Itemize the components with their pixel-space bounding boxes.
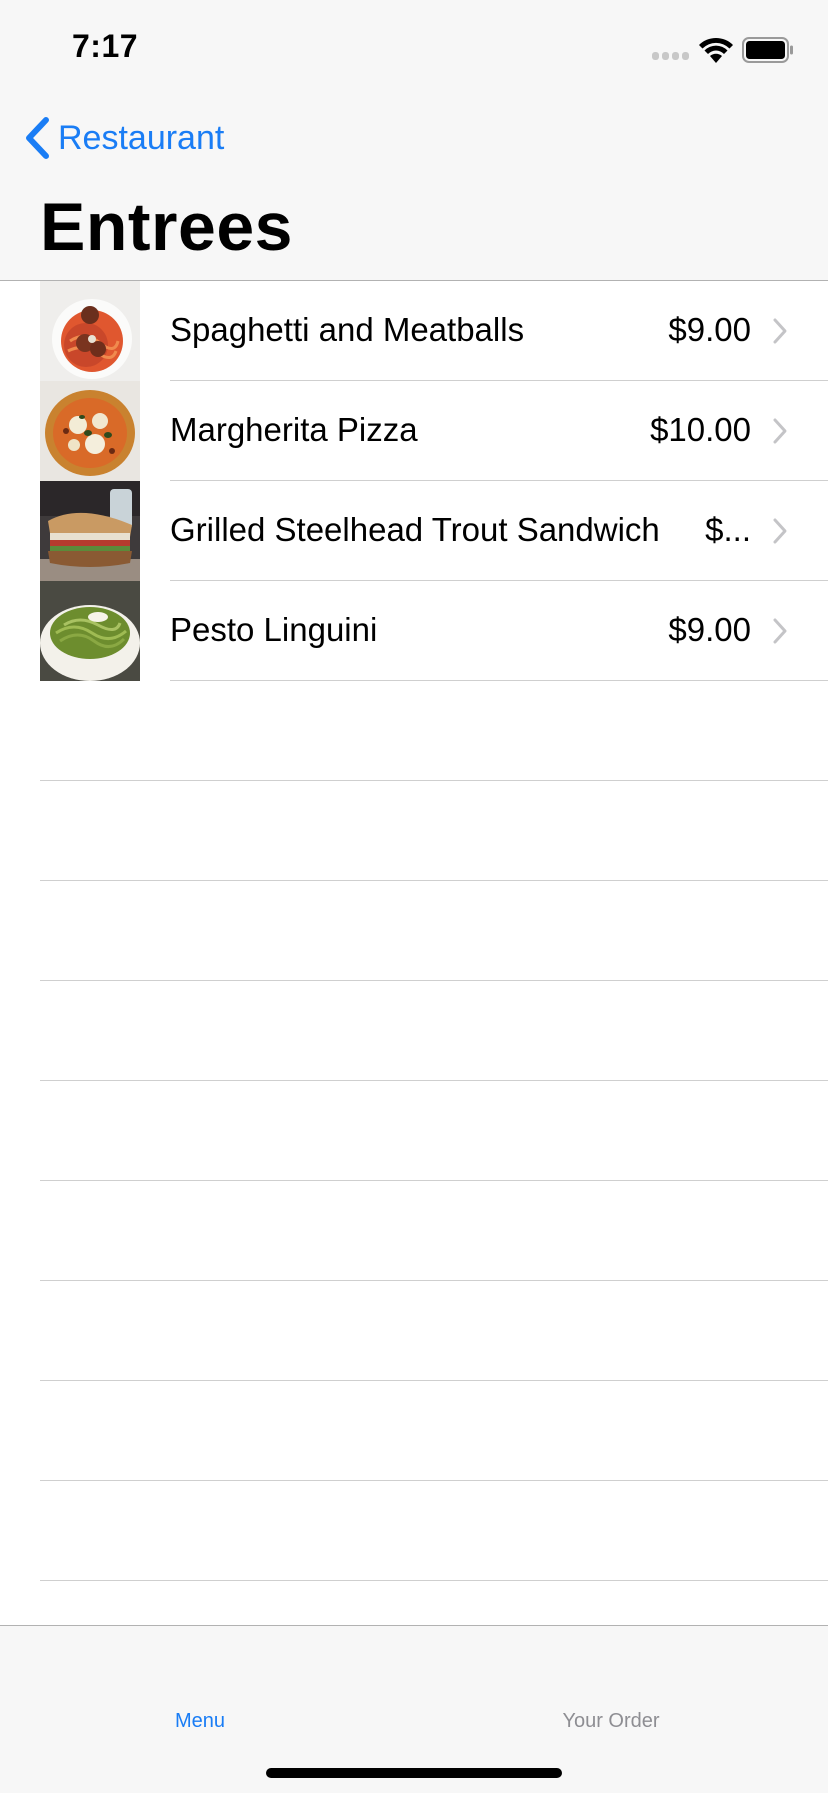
- menu-item-row[interactable]: Spaghetti and Meatballs $9.00: [0, 281, 828, 381]
- back-button-label: Restaurant: [58, 118, 225, 157]
- menu-item-row[interactable]: Grilled Steelhead Trout Sandwich $...: [0, 481, 828, 581]
- menu-item-name: Grilled Steelhead Trout Sandwich: [170, 511, 660, 548]
- spaghetti-meatballs-photo: [40, 281, 140, 381]
- menu-item-price: $10.00: [650, 411, 751, 448]
- cellular-signal-icon: [652, 52, 692, 62]
- wifi-icon: [699, 37, 733, 63]
- tab-your-order[interactable]: Your Order: [414, 1626, 828, 1732]
- tab-menu-label: Menu: [174, 1710, 226, 1732]
- empty-table-row: [0, 881, 828, 981]
- empty-table-row: [0, 781, 828, 881]
- page-title: Entrees: [40, 189, 293, 265]
- row-separator: [40, 1580, 828, 1581]
- tab-menu[interactable]: Menu: [0, 1626, 414, 1732]
- pesto-linguini-photo: [40, 581, 140, 681]
- trout-sandwich-photo: [40, 481, 140, 581]
- chevron-right-icon: [773, 618, 787, 644]
- menu-item-name: Spaghetti and Meatballs: [170, 311, 525, 348]
- empty-table-row: [0, 1081, 828, 1181]
- menu-item-row[interactable]: Pesto Linguini $9.00: [0, 581, 828, 681]
- chevron-right-icon: [773, 518, 787, 544]
- empty-table-row: [0, 1481, 828, 1581]
- status-bar: 7:17: [0, 0, 828, 96]
- menu-item-name: Margherita Pizza: [170, 411, 418, 448]
- home-indicator[interactable]: [266, 1768, 562, 1778]
- chevron-right-icon: [773, 318, 787, 344]
- chevron-right-icon: [773, 418, 787, 444]
- menu-item-price: $...: [705, 511, 751, 548]
- empty-table-row: [0, 1381, 828, 1481]
- menu-item-price: $9.00: [668, 611, 751, 648]
- navigation-bar: Restaurant Entrees: [0, 96, 828, 281]
- empty-table-row: [0, 681, 828, 781]
- menu-item-name: Pesto Linguini: [170, 611, 378, 648]
- status-time: 7:17: [72, 28, 139, 64]
- tab-your-order-label: Your Order: [562, 1710, 660, 1732]
- menu-table[interactable]: Spaghetti and Meatballs $9.00 Margherita…: [0, 281, 828, 1581]
- battery-icon: [742, 37, 793, 63]
- empty-table-row: [0, 981, 828, 1081]
- margherita-pizza-photo: [40, 381, 140, 481]
- empty-table-row: [0, 1181, 828, 1281]
- tab-bar: Menu Your Order: [0, 1625, 828, 1793]
- back-button[interactable]: Restaurant: [22, 108, 224, 168]
- menu-item-row[interactable]: Margherita Pizza $10.00: [0, 381, 828, 481]
- empty-table-row: [0, 1281, 828, 1381]
- menu-item-price: $9.00: [668, 311, 751, 348]
- chevron-left-icon: [26, 117, 49, 159]
